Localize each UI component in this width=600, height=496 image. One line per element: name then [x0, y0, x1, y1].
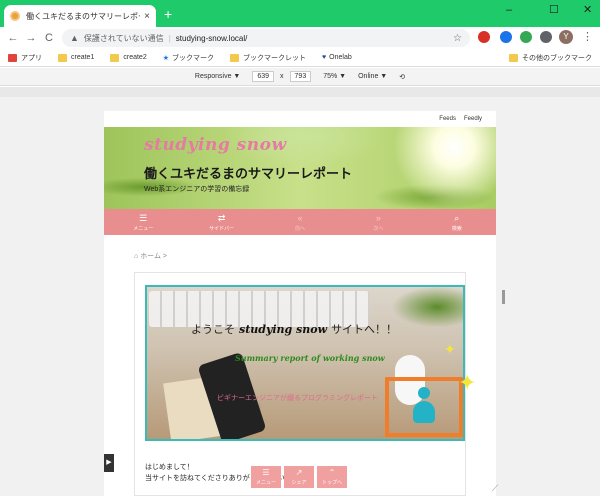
welcome-heading: ようこそ studying snow サイトへ！！ [191, 323, 398, 336]
other-bookmarks[interactable]: その他のブックマーク [509, 53, 592, 63]
warning-icon: ▲ [70, 33, 79, 43]
right-resize-handle[interactable] [502, 290, 505, 304]
home-icon: ⌂ [134, 253, 139, 260]
star-icon: ★ [162, 54, 169, 62]
apps-grid-icon [8, 53, 17, 62]
url-text[interactable]: studying-snow.local/ [176, 34, 248, 43]
security-warning: 保護されていない通信 [83, 33, 164, 43]
summary-script: Summary report of working snow [235, 353, 385, 363]
breadcrumb[interactable]: ⌂ ホーム > [134, 251, 167, 261]
sidebar-button[interactable]: ⇄ サイドバー [182, 209, 260, 235]
share-menu-button[interactable]: ☰ メニュー [251, 466, 281, 488]
extension-vpn-icon[interactable] [500, 31, 512, 43]
browser-menu-icon[interactable]: ⋮ [582, 30, 593, 43]
height-input[interactable]: 793 [289, 71, 312, 82]
profile-avatar[interactable]: Y [559, 30, 573, 44]
next-button[interactable]: » 次へ [339, 209, 417, 235]
new-tab-button[interactable]: + [164, 7, 172, 21]
close-window-button[interactable]: ✕ [583, 4, 592, 16]
swap-icon: ⇄ [217, 212, 226, 223]
prev-button[interactable]: « 前へ [261, 209, 339, 235]
browser-tab[interactable]: 働くユキだるまのサマリーレポート - wo × [4, 5, 156, 27]
folder-icon [58, 53, 67, 62]
article-card: ようこそ studying snow サイトへ！！ Summary report o… [134, 272, 466, 496]
bookmark-create2[interactable]: create2 [110, 53, 147, 62]
search-button[interactable]: ⌕ 検索 [418, 209, 496, 235]
site-title[interactable]: 働くユキだるまのサマリーレポート [144, 163, 352, 182]
mobile-menu-bar: ☰ メニュー ⇄ サイドバー « 前へ » 次へ ⌕ 検索 [104, 209, 496, 235]
site-header: studying snow 働くユキだるまのサマリーレポート Web系エンジニア… [104, 127, 496, 209]
feeds-link[interactable]: Feeds [439, 116, 456, 122]
favicon-icon [10, 11, 20, 21]
highlight-box [385, 377, 463, 437]
bookmark-apps[interactable]: アプリ [8, 53, 42, 63]
share-icon: ↗ [295, 468, 303, 477]
tab-title: 働くユキだるまのサマリーレポート - wo [26, 11, 140, 21]
device-toolbar: Responsive ▼ 639 x 793 75% ▼ Online ▼ ⟲ [0, 68, 600, 86]
media-query-ruler [0, 87, 600, 97]
omnibox-divider: | [168, 33, 171, 43]
double-chevron-right-icon: » [375, 212, 381, 223]
bookmark-bookmarks[interactable]: ★ ブックマーク [163, 53, 214, 63]
width-input[interactable]: 639 [252, 71, 275, 82]
zoom-select[interactable]: 75% ▼ [323, 73, 346, 80]
reload-button[interactable]: C [40, 32, 58, 44]
sparkle-icon: ✦ [444, 341, 456, 357]
dimension-times: x [280, 73, 284, 80]
site-logo-script[interactable]: studying snow [144, 135, 287, 155]
mascot-icon [411, 387, 437, 427]
rotate-icon[interactable]: ⟲ [399, 73, 405, 81]
device-select[interactable]: Responsive ▼ [195, 73, 240, 80]
extension-record-icon[interactable] [478, 31, 490, 43]
eyecatch-subtitle: ビギナーエンジニアが綴るプログラミングレポート [217, 395, 378, 402]
sparkle-icon: ✦ [458, 370, 477, 395]
bookmark-onelab[interactable]: ♥ Onelab [322, 54, 352, 61]
to-top-button[interactable]: ⌃ トップへ [317, 466, 347, 488]
minimize-button[interactable]: – [506, 4, 512, 16]
throttle-select[interactable]: Online ▼ [358, 73, 387, 80]
folder-icon [110, 53, 120, 62]
expand-panel-arrow[interactable]: ▶ [104, 454, 114, 472]
share-button[interactable]: ↗ シェア [284, 466, 314, 488]
menu-button[interactable]: ☰ メニュー [104, 209, 182, 235]
bookmark-bookmarklet[interactable]: ブックマークレット [230, 53, 306, 63]
extensions-puzzle-icon[interactable] [540, 31, 552, 43]
double-chevron-left-icon: « [297, 212, 303, 223]
bookmark-create1[interactable]: create1 [58, 53, 94, 62]
onelab-icon: ♥ [322, 54, 327, 61]
floating-share-bar: ☰ メニュー ↗ シェア ⌃ トップへ [251, 466, 350, 488]
follow-bar: Feeds Feedly [104, 111, 496, 127]
forward-button[interactable]: → [22, 32, 40, 44]
eyecatch-image: ようこそ studying snow サイトへ！！ Summary report o… [145, 285, 465, 441]
maximize-button[interactable]: ☐ [549, 4, 559, 16]
folder-icon [509, 54, 518, 62]
search-icon: ⌕ [454, 212, 460, 223]
close-tab-icon[interactable]: × [144, 11, 150, 22]
bookmarks-bar: アプリ create1 create2 ★ ブックマーク ブックマークレット ♥… [0, 49, 600, 67]
extension-evernote-icon[interactable] [520, 31, 532, 43]
chevron-up-icon: ⌃ [328, 468, 336, 477]
hamburger-icon: ☰ [139, 212, 148, 223]
feedly-link[interactable]: Feedly [464, 116, 482, 122]
bookmark-star-icon[interactable]: ☆ [453, 33, 462, 44]
address-bar[interactable]: ▲ 保護されていない通信 | studying-snow.local/ ☆ [62, 29, 470, 47]
browser-title-bar: 働くユキだるまのサマリーレポート - wo × + – ☐ ✕ [0, 0, 600, 27]
folder-icon [230, 53, 239, 62]
mobile-page: Feeds Feedly studying snow 働くユキだるまのサマリーレ… [104, 111, 496, 496]
back-button[interactable]: ← [4, 32, 22, 44]
resize-corner-icon[interactable]: ⟋ [492, 483, 498, 494]
hamburger-icon: ☰ [262, 468, 270, 477]
site-tagline: Web系エンジニアの学習の備忘録 [144, 186, 250, 193]
